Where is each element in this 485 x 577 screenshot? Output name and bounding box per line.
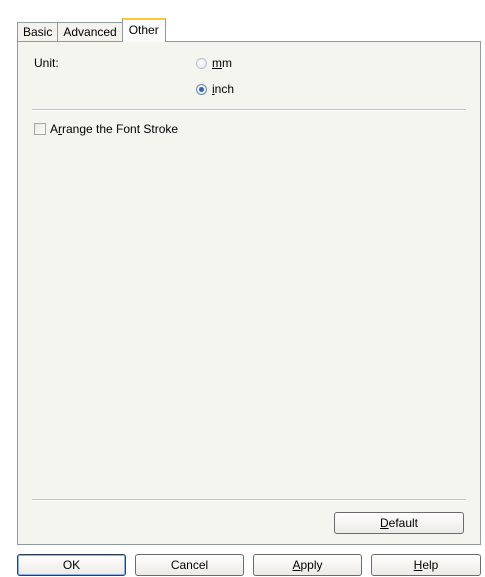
tab-other[interactable]: Other [121, 18, 166, 42]
mm-radio-label: mm [212, 56, 232, 70]
tab-page-other: Unit: mm inch Arrange the Font Stroke De… [17, 41, 481, 545]
inch-radio-label: inch [212, 82, 235, 96]
arrange-font-stroke-checkbox-icon[interactable] [34, 123, 46, 135]
unit-option-inch[interactable]: inch [196, 82, 234, 96]
tab-advanced[interactable]: Advanced [57, 22, 123, 42]
tab-basic[interactable]: Basic [17, 22, 59, 42]
ok-button[interactable]: OK [17, 554, 126, 576]
separator-bottom [32, 499, 466, 501]
help-button[interactable]: Help [371, 554, 481, 576]
mm-radio-icon[interactable] [196, 57, 207, 69]
separator-top [32, 109, 466, 111]
default-button[interactable]: Default [334, 512, 464, 534]
tab-strip: Basic Advanced Other [17, 18, 166, 42]
apply-button[interactable]: Apply [253, 554, 362, 576]
printer-properties-dialog: Basic Advanced Other Unit: mm inch Arran… [0, 0, 485, 577]
inch-radio-icon[interactable] [196, 83, 207, 95]
arrange-font-stroke-option[interactable]: Arrange the Font Stroke [34, 122, 178, 136]
unit-label: Unit: [34, 56, 59, 70]
unit-option-mm[interactable]: mm [196, 56, 232, 70]
arrange-font-stroke-label: Arrange the Font Stroke [50, 122, 179, 136]
cancel-button[interactable]: Cancel [135, 554, 244, 576]
